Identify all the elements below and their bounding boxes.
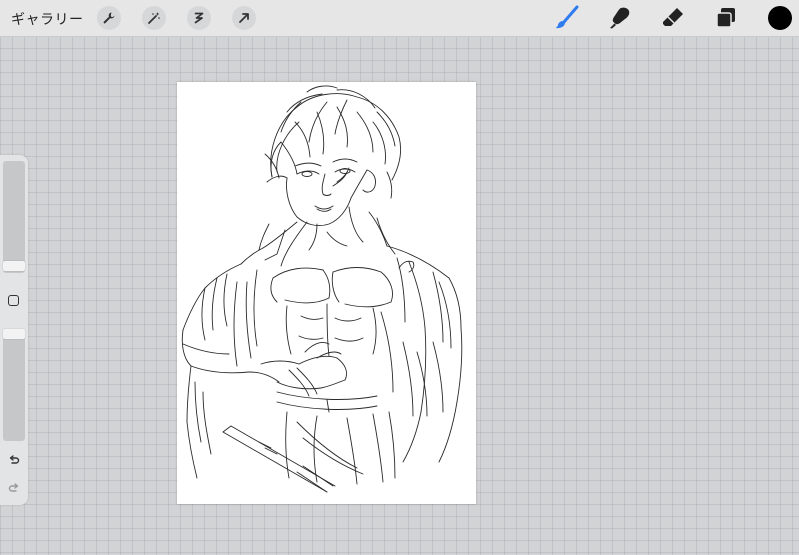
selection-button[interactable]: [187, 6, 211, 30]
color-swatch[interactable]: [768, 6, 792, 30]
gallery-button[interactable]: ギャラリー: [11, 9, 84, 29]
eraser-button[interactable]: [659, 4, 687, 32]
brush-size-thumb[interactable]: [3, 261, 25, 271]
adjustments-button[interactable]: [142, 6, 166, 30]
smudge-button[interactable]: [606, 4, 634, 32]
actions-button[interactable]: [97, 6, 121, 30]
drawing-canvas[interactable]: [177, 82, 476, 504]
selection-icon: [194, 12, 204, 24]
eraser-icon: [663, 8, 683, 26]
opacity-slider[interactable]: [3, 329, 25, 441]
brush-size-slider[interactable]: [3, 161, 25, 273]
layers-button[interactable]: [712, 4, 740, 32]
modify-button[interactable]: [8, 295, 19, 306]
redo-icon: [8, 483, 19, 492]
transform-button[interactable]: [232, 6, 256, 30]
left-sidebar: [0, 155, 28, 505]
undo-icon: [9, 455, 20, 464]
magic-wand-icon: [148, 12, 160, 24]
sketch-drawing: [181, 85, 463, 493]
brush-button[interactable]: [553, 4, 581, 32]
transform-arrow-icon: [239, 13, 249, 23]
layers-icon: [716, 8, 735, 28]
undo-button[interactable]: [5, 451, 23, 469]
redo-button[interactable]: [5, 479, 23, 497]
smudge-icon: [610, 7, 630, 29]
top-toolbar: ギャラリー: [0, 0, 799, 37]
brush-icon: [555, 5, 579, 29]
opacity-thumb[interactable]: [3, 329, 25, 339]
wrench-icon: [103, 12, 115, 24]
